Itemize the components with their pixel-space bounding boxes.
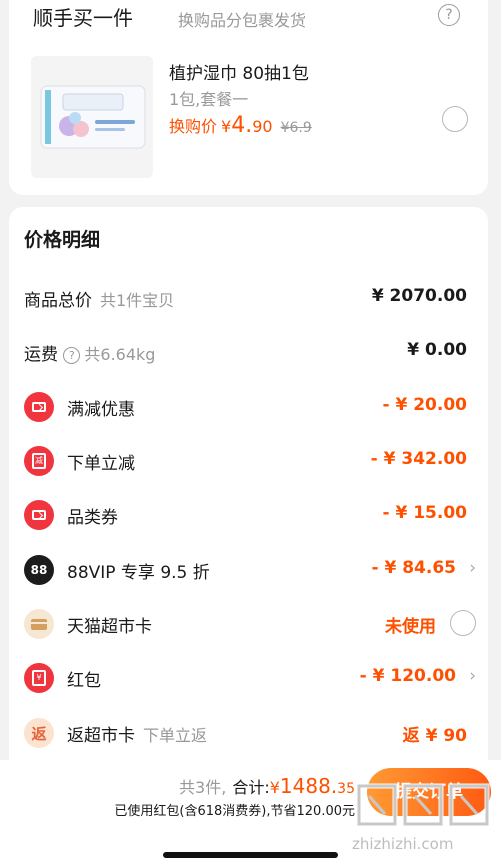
row-value: 返 ¥ 90	[402, 726, 467, 746]
chevron-right-icon[interactable]: ›	[469, 558, 476, 578]
row-goods-total: 商品总价 共1件宝贝 ¥ 2070.00	[24, 278, 476, 318]
row-label: 运费 ? 共6.64kg	[24, 345, 156, 365]
item-count: 共3件,	[179, 778, 227, 797]
discount-bag-icon: 减	[24, 446, 54, 476]
row-value: - ¥ 120.00	[359, 666, 456, 686]
order-total: 共3件, 合计:¥1488.35	[179, 774, 355, 798]
total-label: 合计:	[232, 778, 270, 797]
card-icon	[24, 609, 54, 639]
total-integer: 1488.	[279, 774, 338, 798]
total-currency: ¥	[269, 778, 280, 797]
row-hint: 下单立返	[143, 726, 208, 745]
row-label: 88VIP 专享 9.5 折	[67, 563, 210, 583]
88vip-icon: 88	[24, 555, 54, 585]
row-red-packet[interactable]: ¥ 红包 - ¥ 120.00 ›	[24, 658, 476, 698]
product-spec: 1包,套餐一	[169, 90, 249, 109]
price-detail-card: 价格明细 商品总价 共1件宝贝 ¥ 2070.00 运费 ? 共6.64kg ¥ 0…	[9, 207, 488, 767]
row-label: 商品总价 共1件宝贝	[24, 291, 175, 311]
swap-price-label: 换购价	[169, 117, 218, 136]
row-hint: 共1件宝贝	[100, 291, 175, 310]
original-price: ¥6.9	[280, 120, 312, 136]
row-value: ¥ 0.00	[407, 340, 467, 360]
product-name[interactable]: 植护湿巾 80抽1包	[169, 59, 309, 84]
row-value: - ¥ 15.00	[382, 503, 468, 523]
tmall-card-radio[interactable]	[450, 610, 476, 636]
red-packet-icon: ¥	[24, 663, 54, 693]
row-category-coupon[interactable]: 品类券 - ¥ 15.00	[24, 495, 476, 535]
watermark-logo	[356, 783, 490, 827]
row-shipping: 运费 ? 共6.64kg ¥ 0.00	[24, 332, 476, 372]
coupon-icon	[24, 392, 54, 422]
row-label: 红包	[67, 671, 101, 691]
row-hint: 共6.64kg	[84, 345, 156, 364]
addon-title: 顺手买一件	[33, 6, 133, 30]
watermark-text: zhizhizhi.com	[352, 835, 454, 853]
row-rebate-card: 返 返超市卡 下单立返 返 ¥ 90	[24, 713, 476, 753]
row-label: 返超市卡 下单立返	[67, 726, 208, 746]
rebate-icon: 返	[24, 718, 54, 748]
row-order-discount[interactable]: 减 下单立减 - ¥ 342.00	[24, 441, 476, 481]
saving-note: 已使用红包(含618消费券),节省120.00元	[114, 804, 355, 819]
row-value: - ¥ 20.00	[382, 395, 468, 415]
question-icon[interactable]: ?	[63, 347, 81, 364]
home-indicator	[163, 852, 338, 858]
addon-header: 顺手买一件 换购品分包裹发货 ?	[33, 2, 468, 32]
price-detail-title: 价格明细	[24, 229, 101, 251]
chevron-right-icon[interactable]: ›	[469, 666, 476, 686]
product-thumbnail[interactable]	[31, 56, 153, 178]
price-integer: 4.	[231, 113, 253, 138]
row-label: 满减优惠	[67, 400, 135, 420]
row-label: 下单立减	[67, 454, 135, 474]
product-price: 换购价 ¥4.90 ¥6.9	[169, 113, 312, 139]
row-full-reduction[interactable]: 满减优惠 - ¥ 20.00	[24, 387, 476, 427]
row-value: - ¥ 342.00	[370, 449, 467, 469]
row-88vip[interactable]: 88 88VIP 专享 9.5 折 - ¥ 84.65 ›	[24, 550, 476, 590]
coupon-icon	[24, 500, 54, 530]
row-value: - ¥ 84.65	[371, 558, 457, 578]
price-decimal: 90	[252, 117, 273, 136]
row-label: 品类券	[67, 508, 118, 528]
addon-select-radio[interactable]	[442, 106, 468, 132]
row-tmall-card[interactable]: 天猫超市卡 未使用	[24, 604, 476, 644]
question-icon[interactable]: ?	[438, 4, 460, 26]
addon-card: 顺手买一件 换购品分包裹发货 ? 植护湿巾 80抽1包 1包,套餐一 换购价 ¥4…	[9, 0, 488, 195]
row-value: ¥ 2070.00	[371, 286, 467, 306]
row-label: 天猫超市卡	[67, 617, 152, 637]
price-currency: ¥	[221, 117, 232, 136]
row-value: 未使用	[385, 617, 436, 637]
total-decimal: 35	[337, 781, 355, 797]
addon-subtitle: 换购品分包裹发货	[178, 11, 307, 30]
